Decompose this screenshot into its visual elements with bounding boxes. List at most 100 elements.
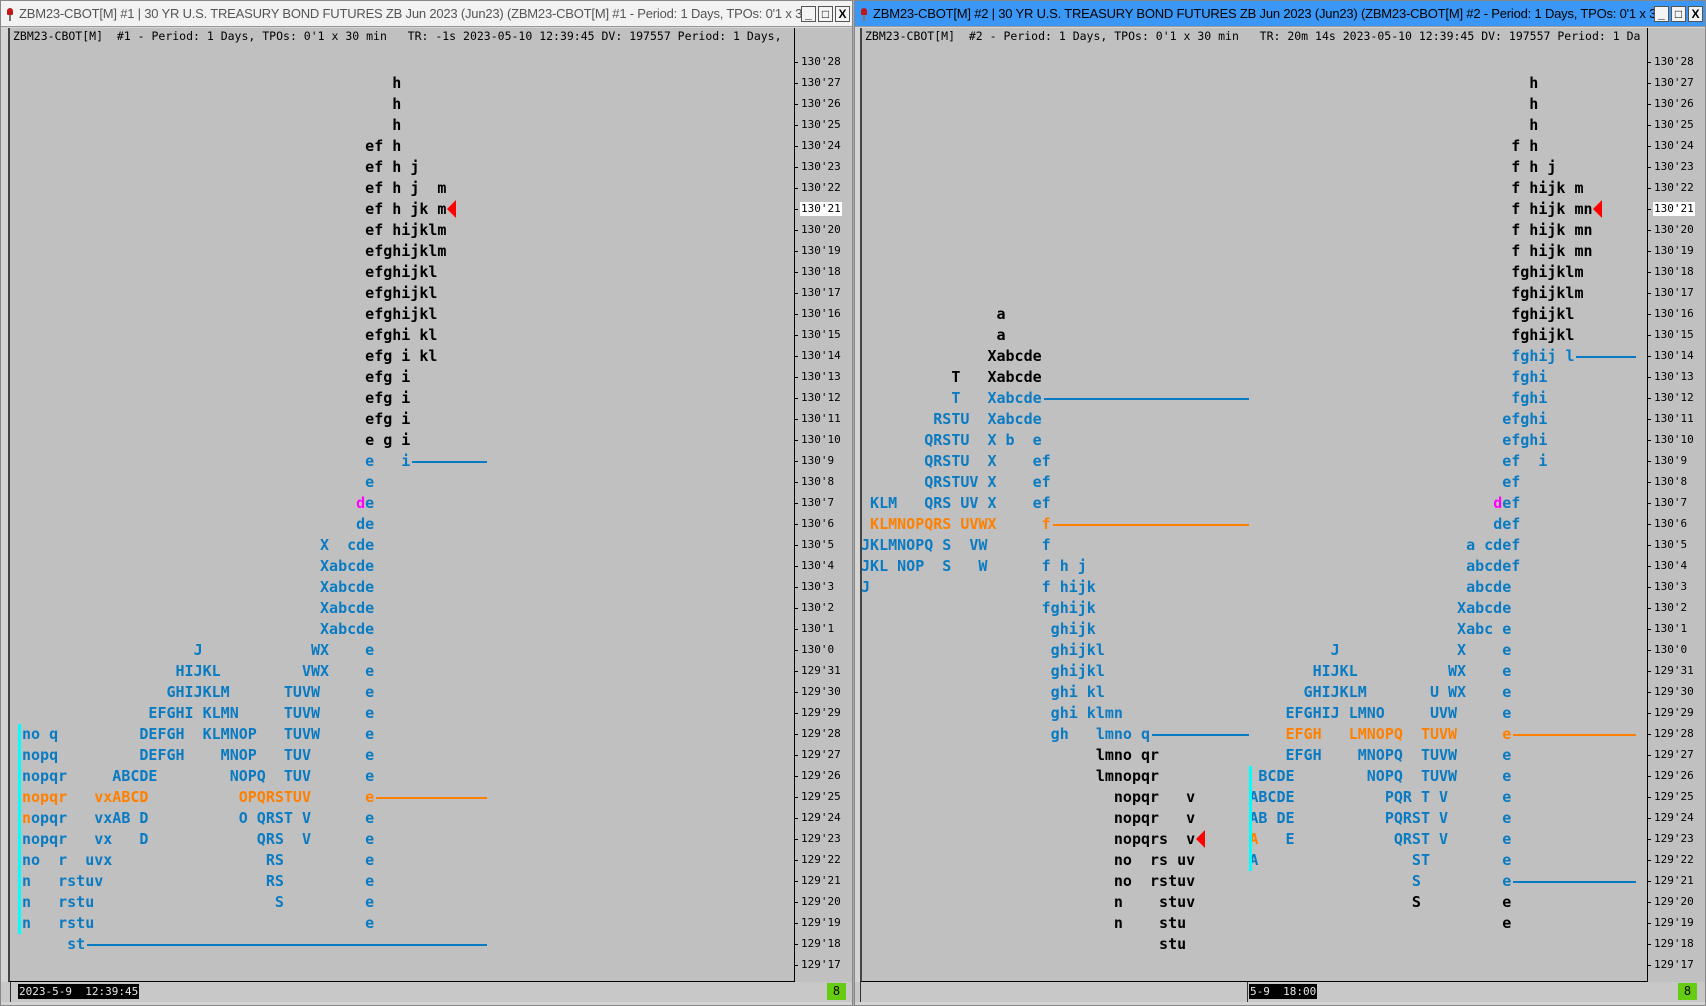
price-label: 130'24 [794,139,841,152]
tpo-letters: X cde [22,535,375,554]
tpo-row: KLM QRS UV X ef def [860,493,1520,514]
tpo-letters: n stu e [860,913,1512,932]
tpo-chart-area[interactable]: ZBM23-CBOT[M] #1 - Period: 1 Days, TPOs:… [8,28,795,982]
tpo-row: nopqr ABCDE NOPQ TUV e [22,766,374,787]
price-label: 129'29 [794,706,841,719]
tpo-row: h [862,115,1538,136]
minimize-button[interactable]: _ [801,5,816,22]
tpo-letters: Xabcde [22,619,375,638]
tpo-row: ghijkl J X e [862,640,1512,661]
session-range-bar [1249,765,1252,871]
price-label: 130'14 [794,349,841,362]
price-label: 129'25 [794,790,841,803]
tpo-row: f hijk m [862,178,1583,199]
tpo-letters: de [22,514,375,533]
tpo-row: nopqr vxAB D O QRST V e [22,808,374,829]
title-bar[interactable]: ZBM23-CBOT[M] #2 | 30 YR U.S. TREASURY B… [855,1,1705,27]
tpo-letters: fghi [1041,367,1548,386]
tpo-row: stu [862,934,1186,955]
maximize-button[interactable]: □ [1671,5,1686,22]
status-bar: 5-9 18:00 8 [855,982,1705,1002]
price-label: 130'3 [793,580,835,593]
tpo-letters: EFGH MNOPQ TUVW e [1159,745,1512,764]
price-label: 130'25 [794,118,841,131]
price-label: 130'18 [1647,265,1694,278]
title-bar[interactable]: ZBM23-CBOT[M] #1 | 30 YR U.S. TREASURY B… [1,1,852,27]
price-label: 129'22 [794,853,841,866]
price-axis[interactable]: 130'28 130'27 130'26 130'25 130'24 130'23 130'… [793,28,852,982]
tpo-chart-area[interactable]: ZBM23-CBOT[M] #2 - Period: 1 Days, TPOs:… [860,28,1648,982]
tpo-row: QRSTUV X ef ef [862,472,1520,493]
price-label: 130'19 [794,244,841,257]
tpo-letters: AB DE PQRST V e [1195,808,1512,827]
tpo-row: fghijklm [860,262,1584,283]
price-label: 129'22 [1647,853,1694,866]
tpo-row: lmnopqr BCDE NOPQ TUVW e [860,766,1511,787]
tpo-letters: IJ f hijk abcde [860,577,1512,596]
price-label: 130'10 [1647,433,1694,446]
tpo-letters: QRSTU X b e efghi [860,430,1548,449]
tpo-row: IJKL NOP S W f h j abcdef [862,556,1520,577]
tpo-letters: no q DEFGH KLMNOP TUVW e [22,724,375,743]
tpo-row: n stu e [860,913,1512,934]
price-label: 129'31 [794,664,841,677]
tpo-row: n rstu S e [22,892,374,913]
tpo-letters: n rstu S e [22,892,375,911]
tpo-letters: efg i [22,388,411,407]
tpo-row: f h j [862,157,1556,178]
price-label: 129'24 [1647,811,1694,824]
tpo-letters: fghijklm [860,262,1584,281]
tpo-letters: no rstuv [860,871,1196,890]
tpo-row: n stuv S e [860,892,1512,913]
tpo-row: ghi kl GHIJKLM U WX e [860,682,1512,703]
tpo-row: a fghijkl [862,325,1574,346]
tpo-row: IJ f hijk abcde [860,577,1512,598]
chart-header: ZBM23-CBOT[M] #2 - Period: 1 Days, TPOs:… [865,29,1641,43]
close-button[interactable]: X [1688,5,1703,22]
poc-line [1513,733,1636,736]
tpo-row: efg i [22,367,410,388]
tpo-letters: nopqr v [860,808,1196,827]
price-label: 129'21 [794,874,841,887]
price-label: 129'28 [1647,727,1694,740]
price-label: 130'0 [793,643,835,656]
tpo-letters: nopqr vx D QRS V e [22,829,375,848]
price-label: 129'17 [1647,958,1694,971]
tpo-letters: fghij l [1041,346,1575,365]
tpo-letters: e [365,493,375,512]
tpo-letters: RSTU Xabcde efghi [860,409,1548,428]
tpo-row: nopq DEFGH MNOP TUV e [22,745,374,766]
divider [10,982,11,1002]
price-label: 130'11 [1647,412,1694,425]
tpo-letters: ghi kl GHIJKLM U WX e [860,682,1512,701]
tpo-row: ghijkl HIJKL WX e [862,661,1512,682]
close-button[interactable]: X [835,5,850,22]
tpo-letters: KLM QRS UV X ef [860,493,1494,512]
tpo-letters: lmnopqr [860,766,1160,785]
minimize-button[interactable]: _ [1654,5,1669,22]
tpo-row: Xabcde fghij l [862,346,1575,367]
tpo-row: QRSTU X b e efghi [860,430,1548,451]
price-label: 130'15 [1647,328,1694,341]
tpo-row: QRSTU X ef ef i [862,451,1547,472]
tpo-row: e i [22,451,410,472]
tpo-letters: n stuv S e [860,892,1512,911]
price-label: 130'24 [1647,139,1694,152]
price-label: 129'27 [794,748,841,761]
tpo-letters: fghijk Xabcde [860,598,1512,617]
price-label: 130'27 [794,76,841,89]
maximize-button[interactable]: □ [818,5,833,22]
tpo-letters: GHIJKLM TUVW e [22,682,375,701]
price-label: 130'28 [1647,55,1694,68]
tpo-letters: KLMNOPQRS UVWX f [860,514,1051,533]
tpo-row: nopqr v AB DE PQRST V e [860,808,1512,829]
price-axis[interactable]: 130'28 130'27 130'26 130'25 130'24 130'23 130'… [1646,28,1705,982]
price-label: 130'18 [794,265,841,278]
price-label: 130'13 [794,370,841,383]
tpo-row: Xabcde [22,577,374,598]
tpo-letters: efg i kl [22,346,438,365]
tpo-letters: h [22,73,402,92]
price-label: 130'1 [793,622,835,635]
tpo-row: Xabcde [22,619,374,640]
price-label: 130'12 [1647,391,1694,404]
